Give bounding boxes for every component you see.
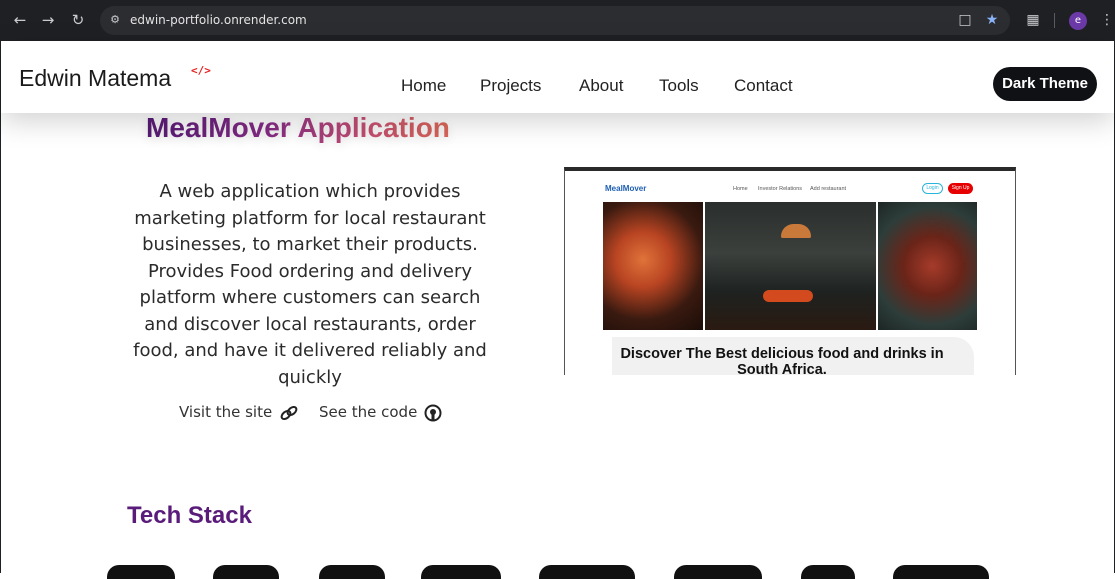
tech-badge: [539, 565, 635, 579]
tech-badge: [893, 565, 989, 579]
dark-theme-button[interactable]: Dark Theme: [993, 67, 1097, 101]
link-icon[interactable]: [279, 403, 299, 423]
project-preview-image[interactable]: MealMover Home Investor Relations Add re…: [564, 167, 1016, 375]
toolbar-divider: [1054, 13, 1055, 28]
preview-nav-home: Home: [733, 186, 748, 192]
preview-logo: MealMover: [605, 184, 647, 193]
preview-nav-investor: Investor Relations: [758, 186, 803, 192]
nav-projects[interactable]: Projects: [480, 76, 541, 96]
visit-site-link[interactable]: Visit the site: [179, 403, 272, 421]
tech-badge: [107, 565, 175, 579]
browser-toolbar: ← → ↻ ⚙ edwin-portfolio.onrender.com □ ★…: [0, 0, 1115, 41]
extensions-icon[interactable]: ▦: [1024, 11, 1042, 29]
nav-home[interactable]: Home: [401, 76, 446, 96]
project-title: MealMover Application: [146, 112, 450, 143]
restaurant-kitchen-photo: [705, 202, 876, 330]
site-header: Edwin Matema </> Home Projects About Too…: [1, 41, 1114, 113]
reload-icon[interactable]: ↻: [68, 10, 88, 30]
page: Edwin Matema </> Home Projects About Too…: [0, 41, 1115, 579]
star-icon[interactable]: ★: [983, 11, 1001, 29]
pendant-lamp: [781, 224, 811, 238]
dining-table-photo: [878, 202, 977, 330]
see-code-link[interactable]: See the code: [319, 403, 417, 421]
back-icon[interactable]: ←: [10, 10, 30, 30]
nav-tools[interactable]: Tools: [659, 76, 699, 96]
preview-banner: Discover The Best delicious food and dri…: [612, 337, 974, 375]
tech-badge: [213, 565, 279, 579]
preview-signup-button: Sign Up: [948, 183, 973, 194]
site-info-icon[interactable]: ⚙: [107, 12, 123, 28]
forward-icon[interactable]: →: [38, 10, 58, 30]
cast-icon[interactable]: □: [956, 11, 974, 29]
profile-avatar[interactable]: e: [1069, 12, 1087, 30]
code-icon: </>: [191, 64, 211, 77]
food-photo-chicken: [603, 202, 703, 330]
menu-icon[interactable]: ⋮: [1098, 11, 1115, 29]
food-plate: [763, 290, 813, 302]
tech-badge: [801, 565, 855, 579]
tech-badge: [674, 565, 762, 579]
tech-badge: [421, 565, 501, 579]
site-logo[interactable]: Edwin Matema: [19, 65, 171, 92]
github-icon[interactable]: [423, 403, 443, 423]
url-text[interactable]: edwin-portfolio.onrender.com: [130, 12, 307, 29]
nav-about[interactable]: About: [579, 76, 623, 96]
preview-banner-text: Discover The Best delicious food and dri…: [620, 346, 944, 375]
preview-nav-add-restaurant: Add restaurant: [810, 186, 847, 192]
project-description: A web application which provides marketi…: [133, 181, 487, 388]
tech-badge: [319, 565, 385, 579]
tech-stack-title: Tech Stack: [127, 502, 252, 529]
nav-contact[interactable]: Contact: [734, 76, 793, 96]
preview-login-button: Login: [922, 183, 943, 194]
